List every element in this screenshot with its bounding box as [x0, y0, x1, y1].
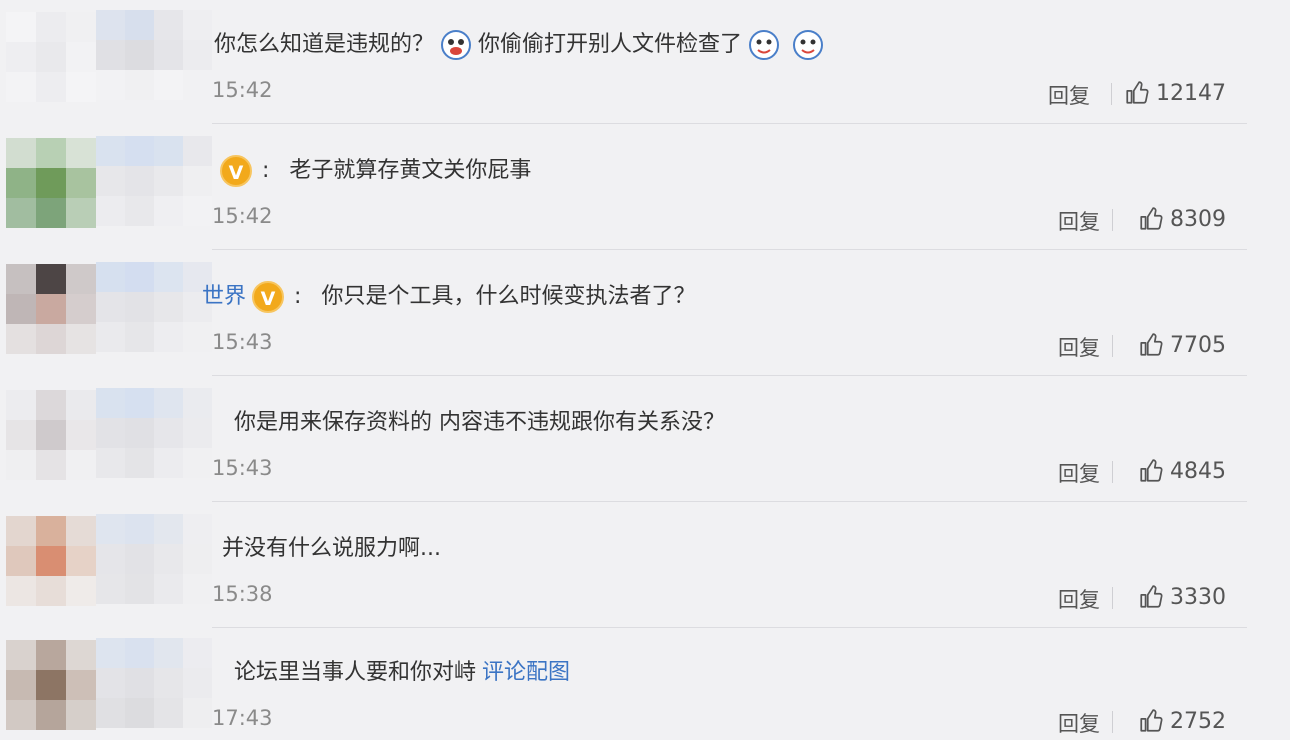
comment-text-line: 论坛里当事人要和你对峙 评论配图: [234, 656, 1250, 690]
v-badge-icon: V: [252, 281, 285, 313]
like-count: 2752: [1170, 708, 1226, 734]
divider: [1112, 587, 1113, 609]
comment-text: 你只是个工具，什么时候变执法者了？: [321, 284, 696, 309]
doge-emoji-icon: [440, 29, 472, 61]
reply-button[interactable]: 回复: [1058, 458, 1100, 488]
comment-item: V : 老子就算存黄文关你屁事 15:42 回复 8309: [0, 126, 1290, 250]
comment-time: 17:43: [212, 706, 273, 730]
comment-time: 15:38: [212, 582, 273, 606]
comment-text-continued: 你偷偷打开别人文件检查了: [478, 32, 743, 57]
avatar[interactable]: [6, 264, 96, 354]
avatar[interactable]: [6, 516, 96, 606]
reply-button[interactable]: 回复: [1058, 332, 1100, 362]
divider: [212, 249, 1247, 250]
username-blurred[interactable]: [96, 136, 212, 226]
like-count: 7705: [1170, 332, 1226, 358]
like-count: 8309: [1170, 206, 1226, 232]
divider: [1111, 83, 1112, 105]
thumbs-up-icon: [1140, 459, 1163, 482]
like-button[interactable]: 4845: [1138, 458, 1226, 484]
avatar[interactable]: [6, 390, 96, 480]
comment-text: 论坛里当事人要和你对峙: [234, 660, 477, 685]
comment-text: 老子就算存黄文关你屁事: [289, 158, 532, 183]
doge-emoji-icon: [748, 29, 780, 61]
divider: [1112, 209, 1113, 231]
comment-item: 你是用来保存资料的 内容违不违规跟你有关系没？ 15:43 回复 4845: [0, 378, 1290, 502]
divider: [1112, 461, 1113, 483]
comment-text-line: 并没有什么说服力啊...: [222, 532, 1250, 566]
comment-item: 论坛里当事人要和你对峙 评论配图 17:43 回复 2752: [0, 628, 1290, 740]
like-count: 12147: [1156, 80, 1226, 106]
like-button[interactable]: 12147: [1124, 80, 1226, 106]
reply-button[interactable]: 回复: [1058, 584, 1100, 614]
reply-button[interactable]: 回复: [1058, 708, 1100, 738]
reply-button[interactable]: 回复: [1048, 80, 1090, 110]
comment-text-line: 你怎么知道是违规的？ 你偷偷打开别人文件检查了: [214, 28, 1250, 62]
comment-list: 你怎么知道是违规的？ 你偷偷打开别人文件检查了 15:42 回复 12147 V…: [0, 0, 1290, 740]
username-blurred[interactable]: [96, 10, 212, 100]
comment-time: 15:42: [212, 78, 273, 102]
comment-text: 你怎么知道是违规的？: [214, 32, 435, 57]
divider: [212, 375, 1247, 376]
thumbs-up-icon: [1140, 207, 1163, 230]
divider: [212, 123, 1247, 124]
avatar[interactable]: [6, 138, 96, 228]
comment-text: 并没有什么说服力啊...: [222, 536, 441, 561]
username-blurred[interactable]: [96, 514, 212, 604]
comment-image-link[interactable]: 评论配图: [482, 656, 570, 690]
like-button[interactable]: 7705: [1138, 332, 1226, 358]
avatar[interactable]: [6, 12, 96, 102]
comment-time: 15:42: [212, 204, 273, 228]
thumbs-up-icon: [1140, 333, 1163, 356]
like-count: 4845: [1170, 458, 1226, 484]
comment-text-line: 你是用来保存资料的 内容违不违规跟你有关系没？: [234, 406, 1250, 440]
v-badge-icon: V: [220, 155, 252, 187]
username-blurred[interactable]: [96, 638, 212, 728]
username-blurred[interactable]: [96, 262, 212, 352]
thumbs-up-icon: [1126, 81, 1149, 104]
reply-button[interactable]: 回复: [1058, 206, 1100, 236]
comment-time: 15:43: [212, 456, 273, 480]
divider: [212, 501, 1247, 502]
thumbs-up-icon: [1140, 709, 1163, 732]
like-button[interactable]: 2752: [1138, 708, 1226, 734]
thumbs-up-icon: [1140, 585, 1163, 608]
comment-item: 并没有什么说服力啊... 15:38 回复 3330: [0, 504, 1290, 628]
avatar[interactable]: [6, 640, 96, 730]
comment-text-line: V : 老子就算存黄文关你屁事: [220, 154, 1250, 188]
comment-text: 你是用来保存资料的 内容违不违规跟你有关系没？: [234, 410, 725, 435]
like-button[interactable]: 3330: [1138, 584, 1226, 610]
comment-time: 15:43: [212, 330, 273, 354]
username-blurred[interactable]: [96, 388, 212, 478]
like-button[interactable]: 8309: [1138, 206, 1226, 232]
like-count: 3330: [1170, 584, 1226, 610]
username-tail[interactable]: 世界: [202, 280, 246, 314]
divider: [1112, 335, 1113, 357]
divider: [1112, 711, 1113, 733]
comment-text-line: 世界 V : 你只是个工具，什么时候变执法者了？: [202, 280, 1250, 314]
comment-item: 你怎么知道是违规的？ 你偷偷打开别人文件检查了 15:42 回复 12147: [0, 0, 1290, 124]
doge-emoji-icon: [792, 29, 824, 61]
comment-item: 世界 V : 你只是个工具，什么时候变执法者了？ 15:43 回复 7705: [0, 252, 1290, 376]
